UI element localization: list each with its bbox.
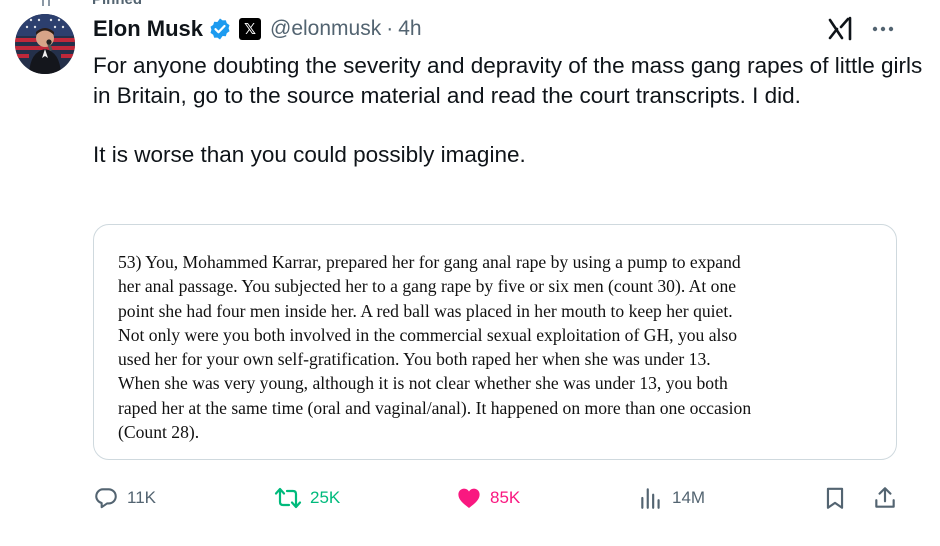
transcript-line: her anal passage. You subjected her to a… xyxy=(118,276,737,297)
post-time[interactable]: 4h xyxy=(398,17,421,41)
heart-icon xyxy=(458,488,480,508)
pin-icon xyxy=(42,0,50,6)
separator-dot: · xyxy=(386,17,394,40)
like-count: 85K xyxy=(490,488,521,507)
share-icon xyxy=(875,487,895,508)
views-count: 14M xyxy=(672,488,706,507)
repost-count: 25K xyxy=(310,488,341,507)
transcript-line: used her for your own self-gratification… xyxy=(118,349,711,370)
bookmark-button[interactable] xyxy=(822,478,848,518)
share-button[interactable] xyxy=(872,478,898,518)
tweet-paragraph: For anyone doubting the severity and dep… xyxy=(93,53,923,108)
author-name[interactable]: Elon Musk xyxy=(93,16,203,42)
transcript-line: point she had four men inside her. A red… xyxy=(118,300,733,321)
more-icon[interactable] xyxy=(870,16,896,42)
verified-badge-icon[interactable] xyxy=(208,17,232,41)
x-affiliate-badge[interactable]: 𝕏 xyxy=(239,18,262,40)
author-handle[interactable]: @elonmusk xyxy=(270,17,381,41)
tweet-paragraph: It is worse than you could possibly imag… xyxy=(93,142,526,167)
action-bar: 11K 25K 85K 14M xyxy=(0,478,940,518)
repost-icon xyxy=(274,487,302,509)
bookmark-icon xyxy=(826,487,844,509)
transcript-line: (Count 28). xyxy=(118,422,200,443)
transcript-line: Not only were you both involved in the c… xyxy=(118,324,738,345)
reply-button[interactable]: 11K xyxy=(93,478,156,518)
tweet-body: For anyone doubting the severity and dep… xyxy=(93,51,923,170)
avatar[interactable] xyxy=(15,14,75,74)
transcript-line: When she was very young, although it is … xyxy=(118,373,728,394)
court-transcript-excerpt: 53) You, Mohammed Karrar, prepared her f… xyxy=(118,250,888,444)
tweet-header: Elon Musk 𝕏 @elonmusk · 4h xyxy=(93,13,422,45)
views-icon xyxy=(641,488,660,509)
reply-icon xyxy=(95,488,117,509)
repost-button[interactable]: 25K xyxy=(274,478,340,518)
grok-icon[interactable] xyxy=(826,14,856,44)
like-button[interactable]: 85K xyxy=(456,478,520,518)
transcript-line: 53) You, Mohammed Karrar, prepared her f… xyxy=(118,252,741,272)
reply-count: 11K xyxy=(127,488,156,507)
views-button[interactable]: 14M xyxy=(638,478,705,518)
pinned-label: Pinned xyxy=(92,0,142,8)
transcript-line: raped her at the same time (oral and vag… xyxy=(118,397,752,418)
attached-document-image[interactable]: 53) You, Mohammed Karrar, prepared her f… xyxy=(93,224,897,460)
